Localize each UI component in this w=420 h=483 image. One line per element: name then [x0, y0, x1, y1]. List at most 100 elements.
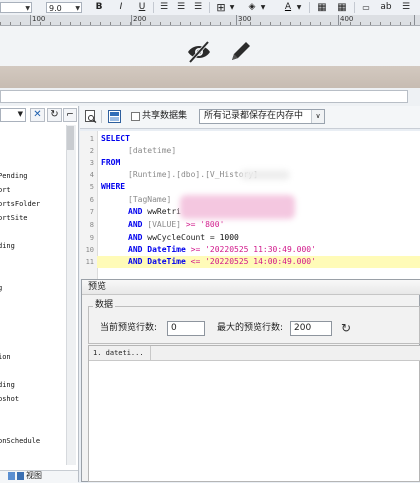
ruler-label: 400 [340, 15, 354, 23]
tree-scrollbar[interactable] [66, 125, 76, 465]
ruler-tick [240, 22, 241, 25]
chevron-down-icon[interactable]: ∨ [311, 110, 324, 123]
ruler-tick [50, 22, 51, 25]
line-number: 1 [89, 135, 94, 143]
ruler-tick [270, 22, 271, 25]
tree-item[interactable]: Pending [0, 172, 28, 181]
underline-button[interactable]: U [136, 1, 148, 14]
max-rows-field[interactable]: 200 [290, 321, 332, 336]
ruler-tick [310, 22, 311, 25]
ruler-tick [30, 22, 31, 25]
tree-item[interactable]: onSchedule [0, 437, 40, 446]
ruler-tick [20, 22, 21, 25]
ruler-tick [250, 22, 251, 25]
toolbar-separator [101, 110, 102, 123]
tree-item[interactable]: ion [0, 353, 11, 362]
tree-item[interactable]: g [0, 284, 2, 293]
code-line: AND [VALUE] >= '800' [128, 220, 225, 229]
text-color-button[interactable]: A [282, 1, 294, 14]
line-number: 11 [85, 258, 94, 266]
italic-button[interactable]: I [115, 1, 127, 14]
share-dataset-checkbox[interactable] [131, 112, 140, 121]
eye-slash-icon[interactable] [186, 40, 212, 64]
toolbar-separator [209, 2, 210, 13]
ruler-tick [160, 22, 161, 25]
share-dataset-label: 共享数据集 [142, 111, 188, 121]
grid-icon[interactable]: ▦ [336, 1, 348, 14]
line-number: 3 [89, 159, 94, 167]
border-icon[interactable]: ⊞ [215, 1, 227, 14]
tree-item[interactable]: pshot [0, 395, 19, 404]
pencil-icon[interactable] [228, 40, 254, 64]
code-line: [datetime] [128, 146, 177, 155]
ruler-tick [300, 22, 301, 25]
ruler-tick [390, 22, 391, 25]
storage-mode-select[interactable]: 所有记录都保存在内存中 ∨ [199, 109, 325, 124]
ruler-tick [100, 22, 101, 25]
align-center-icon[interactable]: ☰ [175, 1, 187, 14]
ruler-tick [110, 22, 111, 25]
refresh-tree-icon[interactable]: ↻ [47, 108, 62, 122]
ruler-tick [410, 22, 411, 25]
preview-grid [88, 345, 420, 482]
ruler: 100 200 300 400 500 [0, 15, 420, 26]
view-icon[interactable] [8, 472, 15, 480]
align-right-icon[interactable]: ☰ [192, 1, 204, 14]
view-tab-label[interactable]: 视图 [26, 470, 42, 482]
grid-column-header[interactable]: 1. dateti... [89, 346, 151, 360]
line-number: 6 [89, 196, 94, 204]
line-number: 2 [89, 147, 94, 155]
view-icon[interactable] [17, 472, 24, 480]
dataset-icon[interactable] [108, 110, 121, 123]
refresh-icon[interactable]: ↻ [339, 320, 353, 336]
line-number: 10 [85, 246, 94, 254]
align-left-icon[interactable]: ☰ [158, 1, 170, 14]
line-number: 7 [89, 208, 94, 216]
ruler-tick [0, 22, 1, 25]
code-line: AND wwCycleCount = 1000 [128, 233, 239, 242]
expression-input[interactable] [0, 90, 408, 103]
toolbar-separator [309, 2, 310, 13]
ruler-tick [260, 22, 261, 25]
tools-icon[interactable]: ✕ [30, 108, 45, 122]
code-line: [Runtime].[dbo].[V_History] [128, 170, 259, 179]
current-rows-label: 当前预览行数: [100, 323, 158, 333]
align-justify-icon[interactable]: ☰ [400, 1, 412, 14]
ruler-tick [40, 22, 41, 25]
ruler-major-tick [236, 15, 237, 25]
line-number: 4 [89, 171, 94, 179]
table-icon[interactable]: ▦ [316, 1, 328, 14]
fill-color-icon[interactable]: ◈ [246, 1, 258, 14]
line-number: 8 [89, 221, 94, 229]
tree-item[interactable]: ort [0, 186, 11, 195]
ruler-tick [60, 22, 61, 25]
fill-dropdown-icon[interactable]: ▼ [259, 1, 267, 14]
tree-more-icon[interactable]: ⌐ [63, 108, 77, 122]
ab-button[interactable]: ab [378, 1, 394, 14]
text-color-dropdown-icon[interactable]: ▼ [295, 1, 303, 14]
toolbar-separator [354, 2, 355, 13]
bold-button[interactable]: B [93, 1, 105, 14]
tree-item[interactable]: ding [0, 242, 15, 251]
code-line: SELECT [101, 134, 130, 143]
tree-scrollbar-thumb[interactable] [67, 126, 74, 150]
tree-filter-dropdown[interactable]: ▼ [0, 108, 26, 122]
font-name-dropdown[interactable]: ▼ [0, 2, 32, 13]
ruler-tick [290, 22, 291, 25]
code-line: WHERE [101, 182, 126, 191]
tree-item[interactable]: ortsFolder [0, 200, 40, 209]
section-banner [0, 66, 420, 88]
preview-query-icon[interactable] [84, 110, 97, 123]
ruler-tick [340, 22, 341, 25]
code-line: AND DateTime <= '20220525 14:00:49.000' [128, 257, 316, 266]
tree-item[interactable]: ortSite [0, 214, 28, 223]
textbox-icon[interactable]: ▭ [360, 1, 372, 14]
tree-item[interactable]: ding [0, 381, 15, 390]
ruler-tick [320, 22, 321, 25]
font-size-dropdown[interactable]: 9.0 ▼ [46, 2, 82, 13]
border-dropdown-icon[interactable]: ▼ [228, 1, 236, 14]
ruler-tick [400, 22, 401, 25]
current-rows-field[interactable]: 0 [167, 321, 205, 336]
preview-title: 预览 [82, 280, 420, 295]
code-line: FROM [101, 158, 121, 167]
